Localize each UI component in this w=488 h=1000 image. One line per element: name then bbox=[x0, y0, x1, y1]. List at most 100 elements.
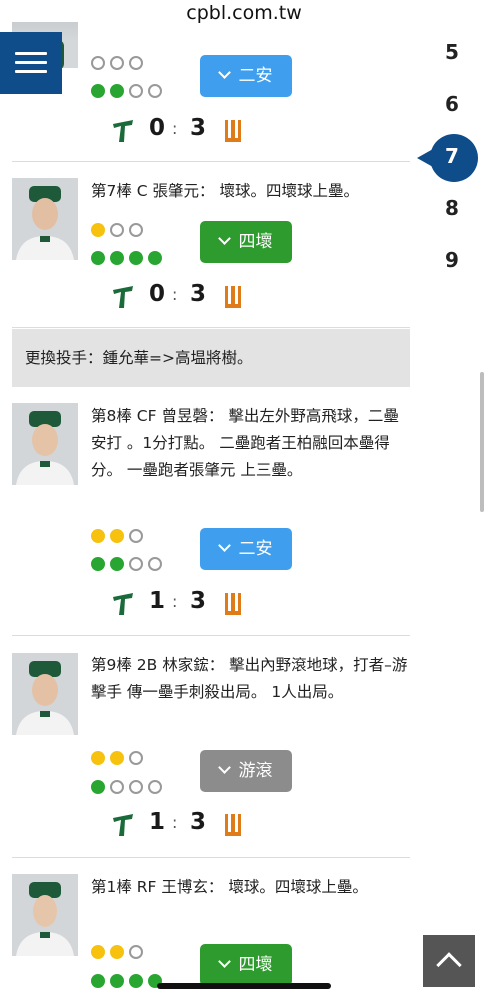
play-result-label: 二安 bbox=[238, 66, 273, 86]
play-result-button[interactable]: 四壞 bbox=[200, 221, 292, 263]
scrollbar[interactable] bbox=[480, 372, 484, 512]
out-count bbox=[91, 247, 167, 265]
out-dot bbox=[148, 779, 162, 794]
home-indicator bbox=[157, 983, 331, 989]
chevron-up-icon bbox=[436, 952, 462, 978]
team-logo-icon bbox=[113, 286, 133, 308]
chevron-down-icon bbox=[217, 539, 231, 552]
out-dot bbox=[129, 779, 143, 794]
away-score: 3 bbox=[190, 281, 207, 307]
play-description: 第7棒 C 張肇元： 壞球。四壞球上壘。 bbox=[91, 182, 359, 200]
player-avatar bbox=[12, 178, 78, 260]
score-separator: : bbox=[172, 119, 178, 138]
play-result-button[interactable]: 二安 bbox=[200, 55, 292, 97]
play-result-label: 游滾 bbox=[238, 761, 273, 781]
ball-count bbox=[91, 52, 148, 70]
chevron-down-icon bbox=[217, 232, 231, 245]
team-logo-icon bbox=[113, 120, 133, 142]
ball-dot bbox=[110, 528, 124, 543]
ball-dot bbox=[91, 55, 105, 70]
score-line: 0 : 3 bbox=[112, 115, 252, 146]
back-to-top-button[interactable] bbox=[423, 935, 475, 987]
ball-count bbox=[91, 941, 148, 959]
hamburger-menu-button[interactable] bbox=[0, 32, 62, 94]
score-separator: : bbox=[172, 285, 178, 304]
ball-dot bbox=[91, 528, 105, 543]
ball-dot bbox=[110, 750, 124, 765]
pitcher-change-notice: 更換投手：鍾允華=>高塭將樹。 bbox=[12, 329, 410, 387]
out-dot bbox=[91, 83, 105, 98]
out-dot bbox=[129, 556, 143, 571]
inning-link-5[interactable]: 5 bbox=[424, 40, 480, 64]
score-separator: : bbox=[172, 592, 178, 611]
player-avatar bbox=[12, 874, 78, 956]
ball-dot bbox=[129, 944, 143, 959]
ball-dot bbox=[110, 55, 124, 70]
away-score: 3 bbox=[190, 115, 207, 141]
team-logo-icon bbox=[113, 593, 133, 615]
out-count bbox=[91, 80, 167, 98]
home-score: 0 bbox=[149, 115, 166, 141]
out-count bbox=[91, 970, 167, 988]
team-logo-icon bbox=[225, 120, 241, 142]
out-dot bbox=[91, 250, 105, 265]
out-dot bbox=[110, 556, 124, 571]
play-description: 第1棒 RF 王博玄： 壞球。四壞球上壘。 bbox=[91, 878, 368, 896]
inning-link-9[interactable]: 9 bbox=[424, 248, 480, 272]
play-result-label: 四壞 bbox=[238, 955, 273, 975]
hamburger-icon-line bbox=[15, 70, 47, 73]
out-dot bbox=[129, 973, 143, 988]
play-result-button[interactable]: 游滾 bbox=[200, 750, 292, 792]
out-dot bbox=[110, 83, 124, 98]
out-dot bbox=[129, 250, 143, 265]
inning-link-7[interactable]: 7 bbox=[424, 144, 480, 168]
team-logo-icon bbox=[225, 814, 241, 836]
out-count bbox=[91, 776, 167, 794]
ball-dot bbox=[129, 750, 143, 765]
team-logo-icon bbox=[225, 286, 241, 308]
inning-link-8[interactable]: 8 bbox=[424, 196, 480, 220]
page: { "browser": { "url": "cpbl.com.tw" }, "… bbox=[0, 0, 488, 1000]
ball-dot bbox=[129, 528, 143, 543]
play-item: 第1棒 RF 王博玄： 壞球。四壞球上壘。 四壞 bbox=[12, 858, 410, 1000]
score-line: 1 : 3 bbox=[112, 588, 252, 619]
score-separator: : bbox=[172, 813, 178, 832]
home-score: 0 bbox=[149, 281, 166, 307]
ball-dot bbox=[129, 222, 143, 237]
ball-dot bbox=[110, 944, 124, 959]
home-score: 1 bbox=[149, 809, 166, 835]
out-count bbox=[91, 553, 167, 571]
chevron-down-icon bbox=[217, 761, 231, 774]
out-dot bbox=[148, 250, 162, 265]
play-result-button[interactable]: 四壞 bbox=[200, 944, 292, 986]
player-avatar bbox=[12, 403, 78, 485]
out-dot bbox=[91, 556, 105, 571]
away-score: 3 bbox=[190, 588, 207, 614]
team-logo-icon bbox=[225, 593, 241, 615]
team-logo-icon bbox=[113, 814, 133, 836]
out-dot bbox=[148, 556, 162, 571]
out-dot bbox=[110, 779, 124, 794]
play-result-button[interactable]: 二安 bbox=[200, 528, 292, 570]
player-avatar bbox=[12, 653, 78, 735]
inning-link-6[interactable]: 6 bbox=[424, 92, 480, 116]
play-result-label: 二安 bbox=[238, 539, 273, 559]
out-dot bbox=[129, 83, 143, 98]
out-dot bbox=[91, 973, 105, 988]
out-dot bbox=[91, 779, 105, 794]
chevron-down-icon bbox=[217, 955, 231, 968]
play-item: 第9棒 2B 林家鋐： 擊出內野滾地球，打者–游擊手 傳一壘手刺殺出局。 1人出… bbox=[12, 636, 410, 858]
away-score: 3 bbox=[190, 809, 207, 835]
out-dot bbox=[110, 250, 124, 265]
ball-count bbox=[91, 747, 148, 765]
ball-dot bbox=[110, 222, 124, 237]
score-line: 1 : 3 bbox=[112, 809, 252, 840]
ball-dot bbox=[91, 750, 105, 765]
play-description: 第8棒 CF 曾昱磬： 擊出左外野高飛球，二壘安打 。1分打點。 二壘跑者王柏融… bbox=[91, 407, 399, 479]
play-description: 第9棒 2B 林家鋐： 擊出內野滾地球，打者–游擊手 傳一壘手刺殺出局。 1人出… bbox=[91, 656, 408, 701]
out-dot bbox=[110, 973, 124, 988]
ball-dot bbox=[91, 944, 105, 959]
play-item: 第7棒 C 張肇元： 壞球。四壞球上壘。 四壞 0 : 3 bbox=[12, 162, 410, 328]
hamburger-icon-line bbox=[15, 61, 47, 64]
hamburger-icon-line bbox=[15, 52, 47, 55]
